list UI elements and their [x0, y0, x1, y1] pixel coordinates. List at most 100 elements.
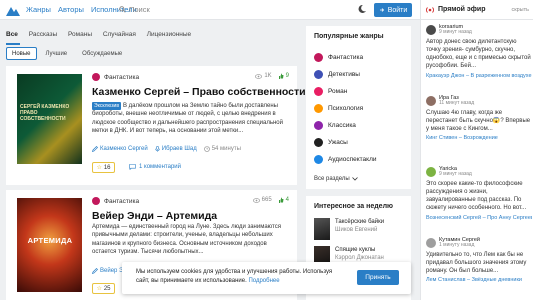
- weekly-item[interactable]: Таксёрские байки Шиков Евгений: [314, 218, 384, 240]
- comment-book-link[interactable]: Лем Станислав – Звёздные дневники: [426, 277, 532, 283]
- search-input[interactable]: Поиск: [119, 5, 150, 14]
- genre-list-label: Фантастика: [328, 54, 364, 61]
- genre-list-item[interactable]: Классика: [314, 117, 377, 134]
- login-icon: [379, 8, 384, 12]
- tab-random[interactable]: Случайная: [103, 31, 136, 38]
- comment-user[interactable]: Ира Газ 11 минут назад: [426, 95, 532, 107]
- live-comment: Кутамин Сергей 1 минуту назад Удивительно …: [426, 237, 532, 283]
- comment-book-link[interactable]: Вознесенский Сергей – Про Анну Сергеевну: [426, 215, 532, 221]
- genre-list-item[interactable]: Роман: [314, 83, 377, 100]
- live-feed-header: Прямой эфир скрыть: [421, 0, 533, 20]
- genre-label: Фантастика: [104, 73, 140, 81]
- genre-list-label: Детективы: [328, 71, 360, 78]
- views-count: 665: [252, 197, 272, 203]
- story-title[interactable]: Казменко Сергей – Право собственности: [92, 86, 306, 98]
- sort-new[interactable]: Новые: [6, 47, 37, 60]
- pen-icon: [92, 146, 98, 152]
- book-cover: [314, 218, 330, 240]
- story-title[interactable]: Вейер Энди – Артемида: [92, 210, 217, 222]
- login-button[interactable]: Войти: [374, 3, 412, 17]
- duration: 54 минуты: [203, 146, 241, 152]
- panel-title: Популярные жанры: [314, 33, 384, 40]
- all-sections-link[interactable]: Все разделы: [314, 176, 358, 182]
- tab-novels[interactable]: Романы: [68, 31, 92, 38]
- book-cover[interactable]: СЕРГЕЙ КАЗМЕНКО ПРАВО СОБСТВЕННОСТИ: [17, 74, 82, 164]
- story-card: СЕРГЕЙ КАЗМЕНКО ПРАВО СОБСТВЕННОСТИ Фант…: [6, 66, 306, 185]
- eye-icon: [252, 197, 260, 203]
- panel-title: Интересное за неделю: [314, 203, 393, 210]
- logo-icon[interactable]: [6, 4, 20, 16]
- chevron-down-icon: [351, 177, 358, 181]
- genre-list-label: Роман: [328, 88, 348, 95]
- rating-button[interactable]: ☆ 16: [92, 162, 115, 173]
- genre-list-label: Психология: [328, 105, 364, 112]
- genre-tag[interactable]: Фантастика: [92, 73, 139, 81]
- comments-link[interactable]: 1 комментарий: [129, 164, 181, 170]
- genre-icon: [92, 197, 100, 205]
- star-icon: ☆: [96, 286, 102, 292]
- avatar: [426, 24, 436, 35]
- genre-icon: [92, 73, 100, 81]
- genre-list-label: Аудиоспектакли: [328, 156, 377, 163]
- views-count: 1K: [255, 73, 272, 79]
- genre-list-item[interactable]: Психология: [314, 100, 377, 117]
- cover-text: АРТЕМИДА: [27, 236, 73, 245]
- microphone-icon: [155, 146, 160, 152]
- hide-button[interactable]: скрыть: [511, 7, 529, 13]
- weekly-item-title: Таксёрские байки: [335, 219, 385, 225]
- comment-text: Автор донес свою дилетантскую точку зрен…: [426, 38, 531, 70]
- tab-licensed[interactable]: Лицензионные: [147, 31, 191, 38]
- thumbs-up-icon: [278, 197, 284, 203]
- tab-all[interactable]: Все: [6, 31, 18, 38]
- comment-book-link[interactable]: Кракауэр Джон – В разреженном воздухе: [426, 73, 532, 79]
- rating-button[interactable]: ☆ 25: [92, 283, 115, 294]
- comment-user[interactable]: Yaricka 9 минут назад: [426, 166, 532, 178]
- genre-icon: [314, 155, 323, 164]
- broadcast-icon: [426, 7, 434, 13]
- comment-book-link[interactable]: Кинг Стивен – Возрождение: [426, 135, 532, 141]
- comment-time: 9 минут назад: [439, 171, 472, 178]
- comment-user[interactable]: Кутамин Сергей 1 минуту назад: [426, 237, 532, 249]
- nav-authors[interactable]: Авторы: [58, 5, 84, 14]
- genre-list-item[interactable]: Фантастика: [314, 49, 377, 66]
- weekly-item-title: Спящие куклы: [335, 247, 376, 253]
- cover-text: СЕРГЕЙ КАЗМЕНКО ПРАВО СОБСТВЕННОСТИ: [20, 104, 70, 122]
- genre-list-item[interactable]: Детективы: [314, 66, 377, 83]
- tab-stories[interactable]: Рассказы: [29, 31, 57, 38]
- genre-icon: [314, 53, 323, 62]
- dark-mode-moon-icon[interactable]: [357, 4, 367, 14]
- story-stats: 1K 9: [249, 73, 289, 79]
- likes-count: 4: [278, 197, 289, 203]
- genre-label: Фантастика: [104, 197, 140, 205]
- cookie-banner: Мы используем cookies для удобства и улу…: [122, 262, 411, 294]
- author-link[interactable]: Казменко Сергей: [92, 146, 148, 152]
- narrator-link[interactable]: Ибраев Шад: [155, 146, 197, 152]
- nav-genres[interactable]: Жанры: [26, 5, 51, 14]
- cookie-message: Мы используем cookies для удобства и улу…: [136, 269, 333, 284]
- book-cover[interactable]: АРТЕМИДА: [17, 198, 82, 292]
- story-stats: 665 4: [247, 197, 289, 203]
- login-label: Войти: [387, 6, 408, 14]
- sort-best[interactable]: Лучшие: [40, 47, 74, 60]
- genre-list-item[interactable]: Ужасы: [314, 134, 377, 151]
- avatar: [426, 237, 436, 248]
- genre-icon: [314, 104, 323, 113]
- genre-list-item[interactable]: Аудиоспектакли: [314, 151, 377, 168]
- genre-icon: [314, 70, 323, 79]
- avatar: [426, 95, 436, 106]
- sort-discussed[interactable]: Обсуждаемые: [76, 47, 128, 60]
- more-info-link[interactable]: Подробнее: [248, 278, 279, 284]
- comment-user[interactable]: korsarium 9 минут назад: [426, 24, 532, 36]
- story-meta: Казменко Сергей Ибраев Шад 54 минуты: [92, 146, 248, 152]
- genre-tag[interactable]: Фантастика: [92, 197, 139, 205]
- genre-list: Фантастика Детективы Роман Психология Класси…: [314, 49, 377, 168]
- story-excerpt: Артемида — единственный город на Луне. З…: [92, 224, 281, 255]
- category-tabs: Все Рассказы Романы Случайная Лицензионн…: [6, 31, 296, 45]
- story-excerpt: Эксклюзив В далёком прошлом на Землю тайн…: [92, 102, 290, 135]
- star-icon: ☆: [96, 165, 102, 171]
- search-placeholder: Поиск: [129, 5, 150, 14]
- popular-genres-panel: Популярные жанры Фантастика Детективы Рома…: [306, 26, 411, 189]
- comment-icon: [129, 164, 136, 170]
- live-comment: Ира Газ 11 минут назад Слушаю 4ю главу, ко…: [426, 95, 532, 141]
- accept-cookies-button[interactable]: Принять: [357, 270, 399, 285]
